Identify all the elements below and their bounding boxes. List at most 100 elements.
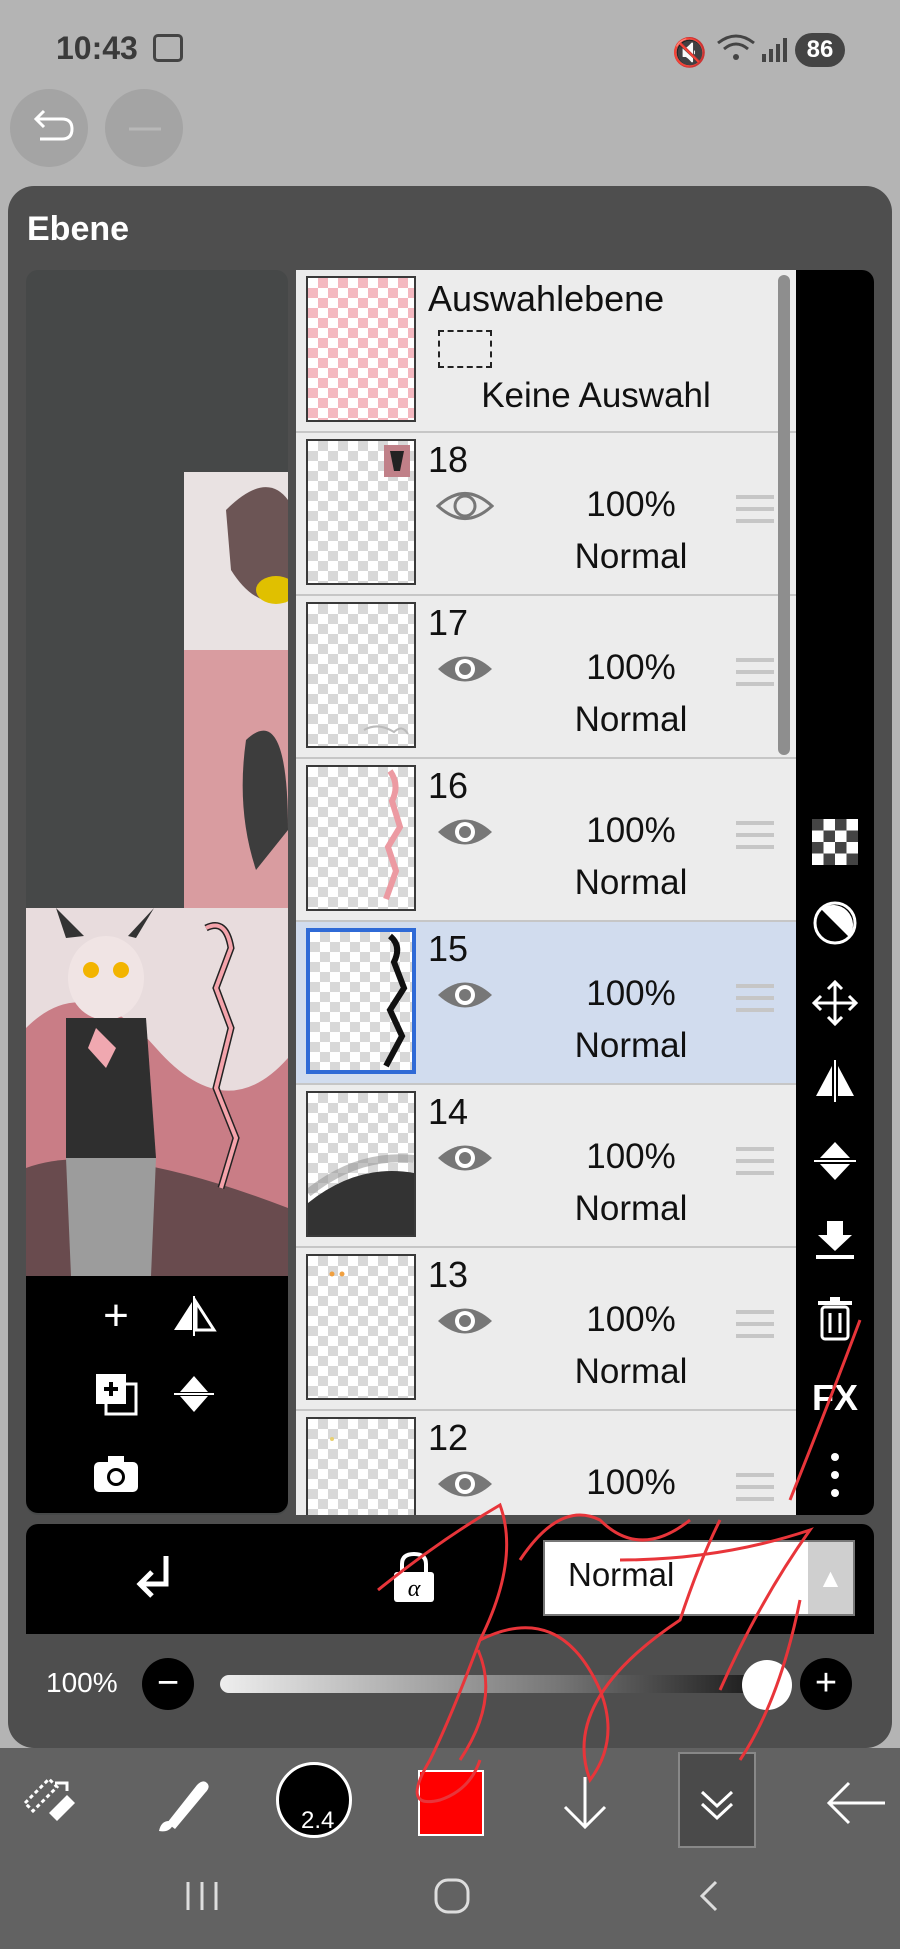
camera-button[interactable]	[86, 1444, 146, 1504]
layer-list-scrollbar[interactable]	[778, 275, 790, 755]
layer-number: 14	[428, 1091, 469, 1132]
layer-thumbnail	[306, 1417, 416, 1515]
undo-button[interactable]	[10, 89, 88, 167]
more-options-button[interactable]	[800, 1445, 870, 1505]
layer-row[interactable]: 14 100% Normal	[296, 1085, 796, 1248]
transparency-button[interactable]	[800, 812, 870, 872]
layer-opacity: 100%	[586, 811, 676, 850]
canvas-thumbnail	[26, 908, 288, 1276]
checkerboard-icon	[812, 819, 858, 865]
flip-horizontal-button[interactable]	[164, 1286, 224, 1346]
layer-opacity: 100%	[586, 648, 676, 687]
layer-row-selected[interactable]: 15 100% Normal	[296, 922, 796, 1085]
redo-icon	[129, 127, 161, 131]
opacity-decrease-button[interactable]: −	[142, 1658, 194, 1710]
clipping-icon	[136, 1556, 169, 1598]
flip-vertical-icon	[174, 1376, 214, 1412]
duplicate-icon	[96, 1374, 138, 1416]
eye-icon[interactable]	[436, 487, 494, 525]
layer-blend-mode: Normal	[574, 537, 688, 576]
brush-size-button[interactable]: 2.4	[276, 1762, 352, 1838]
layer-number: 18	[428, 439, 469, 480]
layer-thumbnail	[306, 765, 416, 911]
add-layer-button[interactable]: +	[86, 1286, 146, 1346]
drag-handle-icon[interactable]	[736, 1310, 774, 1346]
layer-number: 12	[428, 1417, 469, 1458]
delete-layer-button[interactable]	[800, 1288, 870, 1348]
transform-tool-button[interactable]	[14, 1758, 84, 1848]
layer-opacity: 100%	[586, 1137, 676, 1176]
drag-handle-icon[interactable]	[736, 984, 774, 1020]
drag-handle-icon[interactable]	[736, 1147, 774, 1183]
chevron-up-icon[interactable]: ▲	[808, 1542, 853, 1614]
drag-handle-icon[interactable]	[736, 495, 774, 531]
opacity-slider[interactable]	[220, 1675, 780, 1693]
selection-layer-row[interactable]: Auswahlebene Keine Auswahl	[296, 270, 796, 433]
layer-blend-mode: Normal	[574, 1352, 688, 1391]
collapse-menu-button[interactable]	[678, 1752, 756, 1848]
drag-handle-icon[interactable]	[736, 1473, 774, 1509]
drag-handle-icon[interactable]	[736, 821, 774, 857]
move-button[interactable]	[800, 973, 870, 1033]
layer-thumbnail	[306, 439, 416, 585]
layer-blend-mode: Normal	[574, 1026, 688, 1065]
redo-button[interactable]	[105, 89, 183, 167]
layer-list[interactable]: Auswahlebene Keine Auswahl 18 100% Norma…	[296, 270, 796, 1515]
system-back-icon[interactable]	[690, 1876, 730, 1927]
eye-icon[interactable]	[436, 976, 494, 1014]
clipping-button[interactable]	[130, 1550, 180, 1611]
brush-tool-button[interactable]	[148, 1758, 218, 1848]
eye-icon[interactable]	[436, 813, 494, 851]
opacity-value: 100%	[46, 1667, 118, 1698]
layer-row[interactable]: 16 100% Normal	[296, 759, 796, 922]
drag-handle-icon[interactable]	[736, 658, 774, 694]
layer-row[interactable]: 12 100%	[296, 1411, 796, 1515]
selection-layer-title: Auswahlebene	[428, 278, 665, 319]
flip-vertical-button[interactable]	[164, 1364, 224, 1424]
move-icon	[812, 980, 858, 1026]
opacity-increase-button[interactable]: +	[800, 1658, 852, 1710]
alpha-lock-icon: α	[394, 1551, 434, 1602]
flip-layer-vertical-button[interactable]	[800, 1131, 870, 1191]
opacity-slider-knob[interactable]	[742, 1660, 792, 1710]
brush-icon	[159, 1781, 209, 1832]
layer-number: 16	[428, 765, 469, 806]
mute-icon: 🔇	[672, 37, 707, 68]
layer-opacity: 100%	[586, 1463, 676, 1502]
layer-number: 17	[428, 602, 469, 643]
eye-icon[interactable]	[436, 650, 494, 688]
back-button[interactable]	[816, 1758, 896, 1848]
layer-number: 15	[428, 928, 469, 969]
color-swatch-button[interactable]	[418, 1770, 484, 1836]
fx-icon[interactable]: FX	[800, 1368, 870, 1428]
blend-mode-value: Normal	[568, 1556, 675, 1593]
eye-icon[interactable]	[436, 1139, 494, 1177]
layer-down-button[interactable]	[550, 1758, 620, 1848]
layer-blend-mode: Normal	[574, 863, 688, 902]
flip-horizontal-icon	[816, 1060, 854, 1102]
trash-icon	[818, 1297, 852, 1341]
layer-blend-mode: Normal	[574, 700, 688, 739]
signal-icon	[762, 38, 790, 67]
layer-opacity: 100%	[586, 1300, 676, 1339]
layer-row[interactable]: 18 100% Normal	[296, 433, 796, 596]
flip-layer-horizontal-button[interactable]	[800, 1051, 870, 1111]
recent-apps-icon[interactable]	[182, 1876, 222, 1927]
layer-blend-mode: Normal	[574, 1189, 688, 1228]
home-icon[interactable]	[432, 1876, 472, 1927]
layer-thumbnail	[306, 1091, 416, 1237]
duplicate-layer-button[interactable]	[86, 1364, 146, 1424]
plus-icon: +	[814, 1662, 838, 1704]
alpha-lock-button[interactable]: α	[390, 1550, 438, 1611]
eye-icon[interactable]	[436, 1465, 494, 1503]
layer-thumbnail	[306, 602, 416, 748]
eye-icon[interactable]	[436, 1302, 494, 1340]
double-chevron-down-icon	[700, 1790, 734, 1821]
fill-layer-button[interactable]	[800, 893, 870, 953]
layer-thumbnail	[306, 276, 416, 422]
flip-vertical-icon	[814, 1142, 856, 1180]
layer-row[interactable]: 17 100% Normal	[296, 596, 796, 759]
selection-marquee-icon	[438, 330, 492, 368]
merge-down-button[interactable]	[800, 1210, 870, 1270]
layer-row[interactable]: 13 100% Normal	[296, 1248, 796, 1411]
